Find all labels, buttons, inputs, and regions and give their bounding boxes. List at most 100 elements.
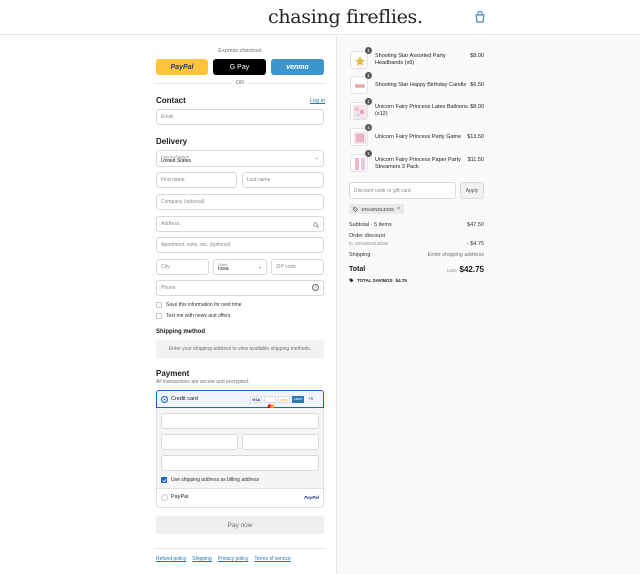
address-field[interactable]: Address xyxy=(156,216,324,232)
state-value: Iowa xyxy=(218,266,229,272)
credit-card-option[interactable]: Credit card VISA DISC AMEX +5 xyxy=(156,390,324,409)
terms-link[interactable]: Terms of service xyxy=(254,556,290,562)
total-label: Total xyxy=(349,266,366,273)
item-name: Unicorn Fairy Princess Latex Balloons (x… xyxy=(375,104,468,117)
product-thumbnail xyxy=(350,154,368,172)
header: chasing fireflies. xyxy=(0,0,640,35)
discount-code-input[interactable]: Discount code or gift card xyxy=(349,182,456,199)
total-value: $42.75 xyxy=(459,265,484,274)
quantity-badge: 1 xyxy=(365,72,372,79)
item-price: $11.50 xyxy=(467,157,484,163)
card-expiry-field[interactable] xyxy=(161,434,238,450)
radio-icon xyxy=(161,494,168,501)
zip-field[interactable]: ZIP code xyxy=(271,259,324,275)
shopping-bag-icon[interactable] xyxy=(474,11,486,23)
order-discount-value: - $4.75 xyxy=(466,241,484,247)
apply-button[interactable]: Apply xyxy=(460,182,484,199)
card-name-field[interactable] xyxy=(161,455,319,471)
paypal-logo: PayPal xyxy=(304,495,319,500)
use-shipping-label: Use shipping address as billing address xyxy=(171,477,260,483)
product-thumbnail xyxy=(350,76,368,94)
paypal-express-button[interactable]: PayPal xyxy=(156,59,208,75)
order-discount-code: 10%SINGLEDIS xyxy=(349,241,388,246)
currency-code: USD xyxy=(447,268,457,273)
divider xyxy=(156,548,324,549)
item-name: Shooting Star Assorted Party Headbands (… xyxy=(375,53,446,66)
save-info-checkbox[interactable] xyxy=(156,302,162,308)
shipping-value: Enter shipping address xyxy=(427,252,484,258)
total-amount: USD $42.75 xyxy=(447,265,484,274)
card-number-field[interactable] xyxy=(161,413,319,429)
save-info-label: Save this information for next time xyxy=(166,302,242,308)
discover-icon: DISC xyxy=(278,396,290,403)
item-name: Unicorn Fairy Princess Paper Party Strea… xyxy=(375,157,461,170)
refund-policy-link[interactable]: Refund policy xyxy=(156,556,186,562)
visa-icon: VISA xyxy=(250,396,262,403)
chevron-down-icon: ⌄ xyxy=(257,264,262,270)
subtotal-label: Subtotal · 5 items xyxy=(349,222,392,228)
quantity-badge: 1 xyxy=(365,98,372,105)
country-value: United States xyxy=(161,157,192,164)
pay-now-button[interactable]: Pay now xyxy=(156,516,324,534)
phone-field[interactable]: Phone ? xyxy=(156,280,324,296)
shipping-label: Shipping xyxy=(349,252,371,258)
amex-icon: AMEX xyxy=(292,396,304,403)
use-shipping-checkbox[interactable] xyxy=(161,477,167,483)
tag-icon xyxy=(349,278,354,283)
item-name: Shooting Star Happy Birthday Candle xyxy=(375,82,467,88)
quantity-badge: 1 xyxy=(365,150,372,157)
help-icon[interactable]: ? xyxy=(312,284,319,291)
discount-tag-label: 10%SINGLEDIS xyxy=(361,206,395,212)
shipping-link[interactable]: Shipping xyxy=(192,556,211,562)
privacy-policy-link[interactable]: Privacy policy xyxy=(218,556,249,562)
product-thumbnail xyxy=(350,51,368,69)
order-discount-label: Order discount xyxy=(349,233,386,239)
savings-value: $4.75 xyxy=(395,278,407,283)
check-icon xyxy=(162,479,167,483)
discount-tag: 10%SINGLEDIS × xyxy=(349,204,404,214)
paypal-label: PayPal xyxy=(171,494,189,500)
payment-heading: Payment xyxy=(156,369,190,378)
email-field[interactable]: Email xyxy=(156,109,324,125)
radio-selected-icon xyxy=(161,396,168,403)
card-cvv-field[interactable] xyxy=(242,434,319,450)
tag-icon xyxy=(349,241,353,246)
payment-subtitle: All transactions are secure and encrypte… xyxy=(156,379,250,385)
apartment-field[interactable]: Apartment, suite, etc. (optional) xyxy=(156,237,324,253)
venmo-button[interactable]: venmo xyxy=(271,59,324,75)
text-me-label: Text me with news and offers xyxy=(166,313,231,319)
text-me-checkbox[interactable] xyxy=(156,313,162,319)
express-checkout-label: Express checkout xyxy=(218,48,262,54)
contact-heading: Contact xyxy=(156,96,186,105)
item-price: $8.00 xyxy=(470,104,484,110)
login-link[interactable]: Log in xyxy=(310,98,325,104)
paypal-option[interactable]: PayPal PayPal xyxy=(157,489,323,507)
last-name-field[interactable]: Last name xyxy=(242,172,324,188)
search-icon xyxy=(313,222,319,228)
savings-label: TOTAL SAVINGS xyxy=(357,278,393,283)
item-price: $13.50 xyxy=(467,134,484,140)
first-name-field[interactable]: First name xyxy=(156,172,237,188)
state-select[interactable]: State Iowa ⌄ xyxy=(213,259,267,275)
credit-card-label: Credit card xyxy=(171,396,198,402)
footer-links: Refund policy Shipping Privacy policy Te… xyxy=(156,556,291,562)
product-thumbnail xyxy=(350,128,368,146)
address-placeholder: Address xyxy=(161,221,180,227)
shipping-method-placeholder: Enter your shipping address to view avai… xyxy=(156,340,324,358)
chevron-down-icon: ⌄ xyxy=(314,155,319,161)
brand-logo[interactable]: chasing fireflies. xyxy=(268,6,423,28)
company-field[interactable]: Company (optional) xyxy=(156,194,324,210)
country-select[interactable]: Country/Region United States ⌄ xyxy=(156,150,324,167)
order-discount-code-text: 10%SINGLEDIS xyxy=(355,241,389,246)
google-pay-button[interactable]: G Pay xyxy=(213,59,266,75)
city-field[interactable]: City xyxy=(156,259,209,275)
subtotal-value: $47.50 xyxy=(467,222,484,228)
or-text: OR xyxy=(232,80,248,86)
product-thumbnail xyxy=(350,102,368,120)
phone-placeholder: Phone xyxy=(161,285,176,291)
item-price: $8.00 xyxy=(470,53,484,59)
quantity-badge: 1 xyxy=(365,124,372,131)
quantity-badge: 1 xyxy=(365,47,372,54)
tag-icon xyxy=(353,206,358,212)
remove-discount-icon[interactable]: × xyxy=(397,206,400,212)
